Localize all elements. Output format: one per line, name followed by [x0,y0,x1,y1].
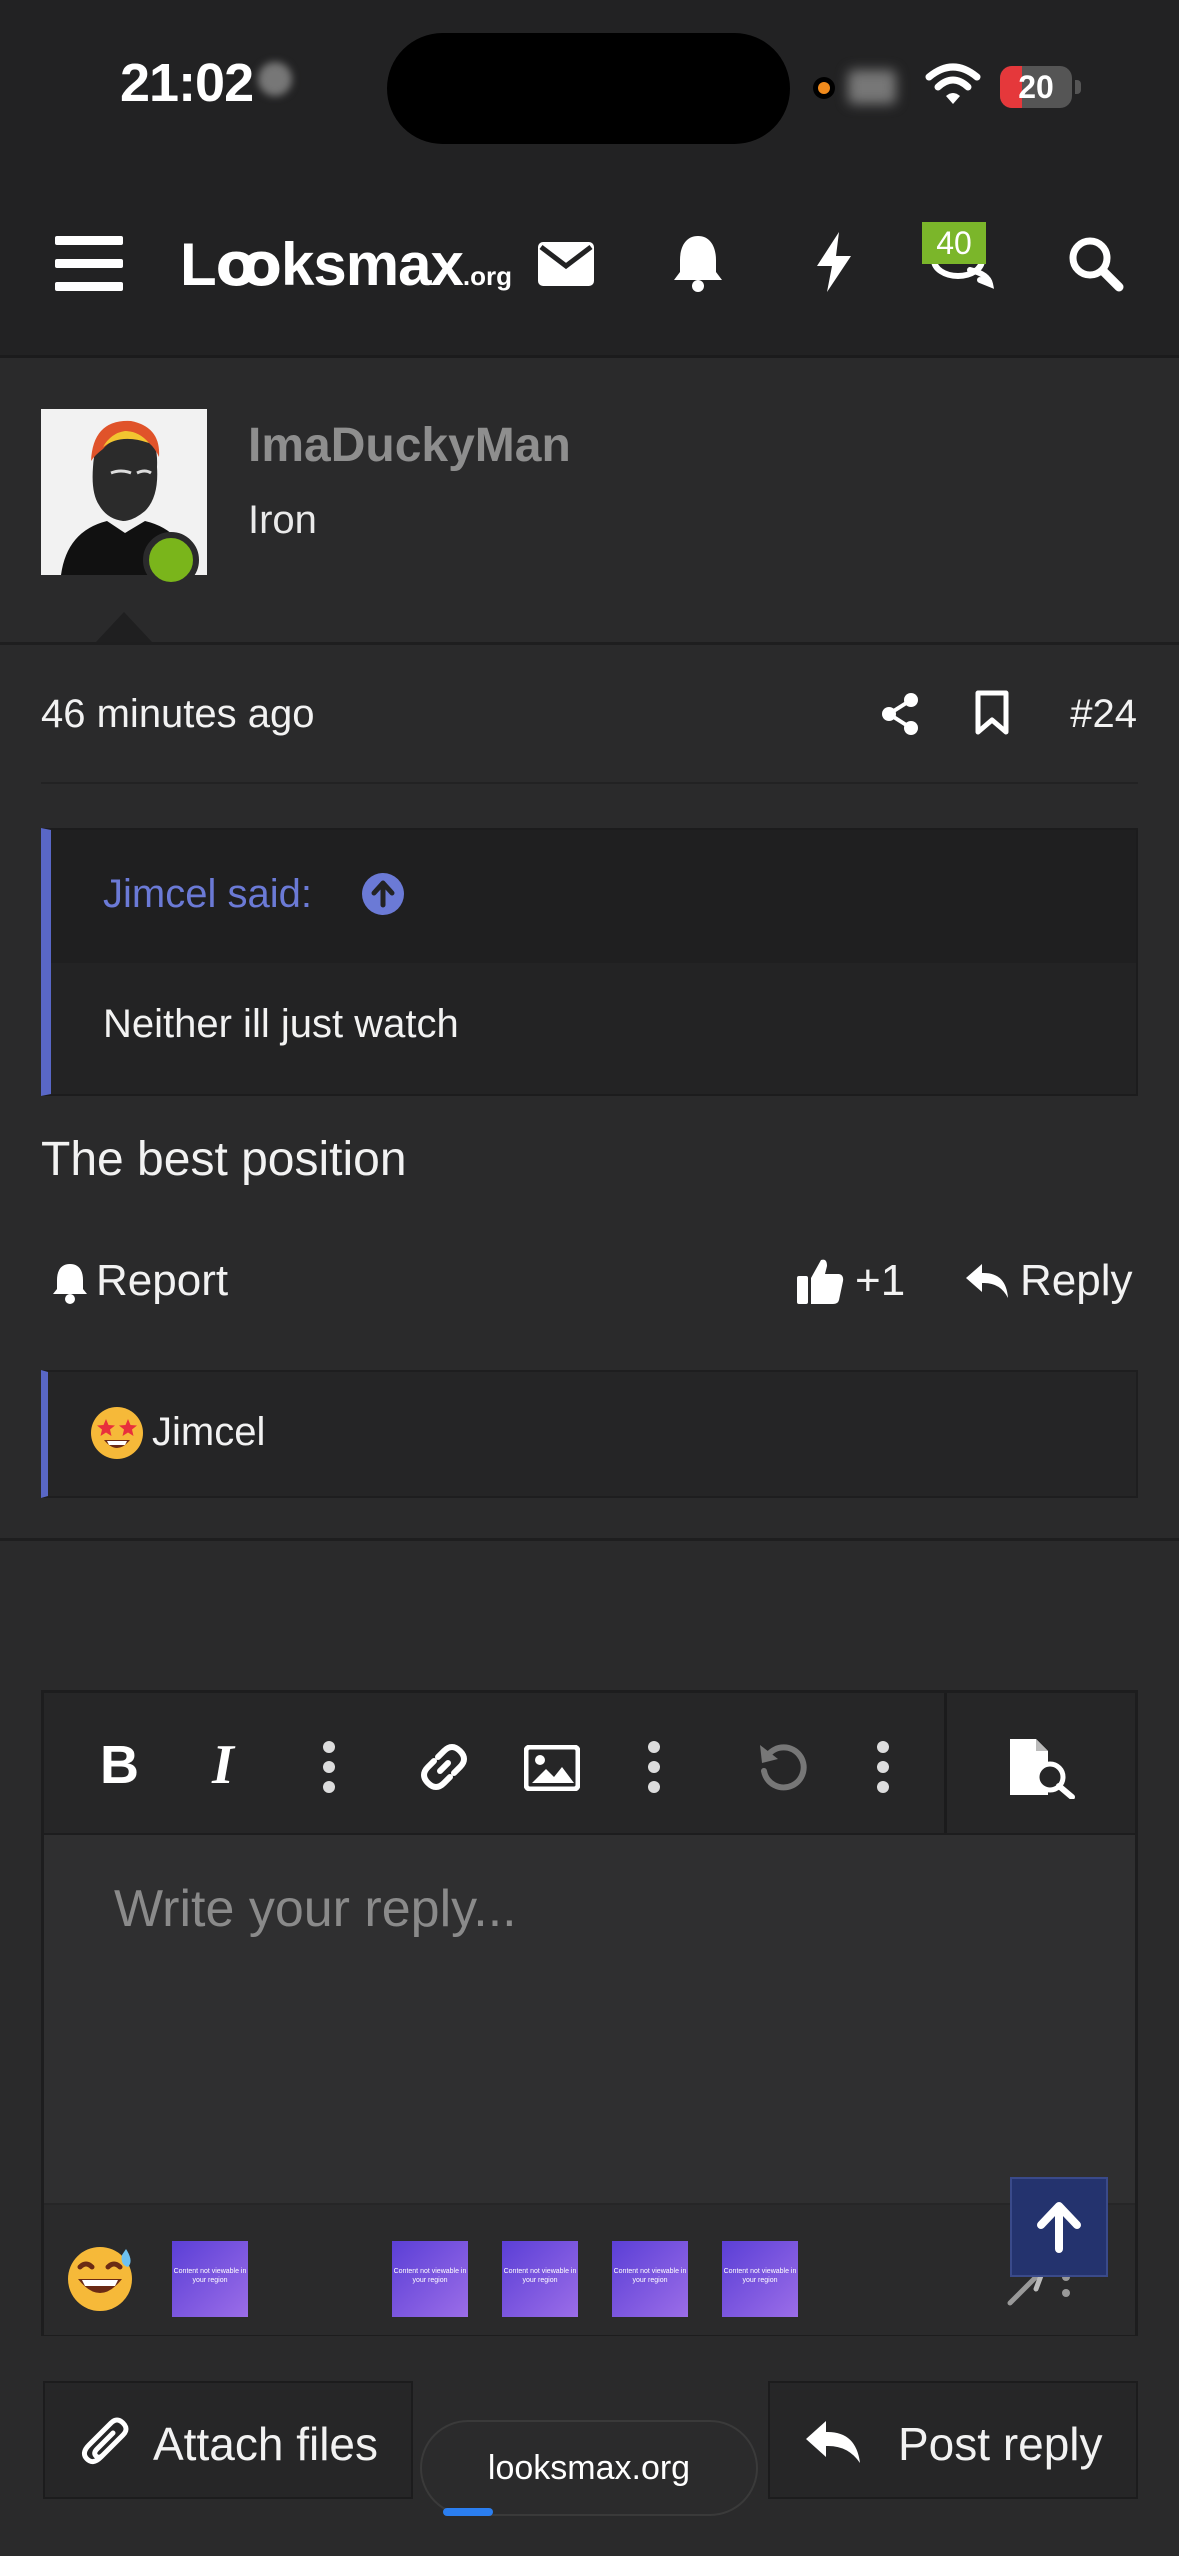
share-icon[interactable] [880,692,920,736]
dynamic-island [387,33,790,144]
post-message: The best position [41,1133,407,1186]
divider [41,782,1138,784]
reply-button[interactable]: Reply [1020,1256,1133,1306]
menu-icon[interactable] [55,234,123,294]
scroll-to-top-button[interactable] [1010,2177,1108,2277]
site-logo[interactable]: Lꝏksmax.org [180,230,512,300]
bolt-icon[interactable] [815,232,853,292]
wifi-icon [925,63,981,107]
battery-tip [1075,80,1081,94]
post-reply-button[interactable]: Post reply [768,2381,1138,2499]
status-time: 21:02 [120,53,254,113]
toolbar-divider [944,1693,947,1833]
link-icon[interactable] [416,1739,472,1795]
divider [0,642,1179,645]
svg-text:B: B [100,1739,139,1789]
quote-attribution[interactable]: Jimcel said: [103,872,312,917]
browser-url-pill[interactable]: looksmax.org [420,2420,758,2516]
more-icon[interactable] [647,1741,661,1793]
reply-editor[interactable]: B I Write your reply... Content not view… [41,1690,1138,2336]
attach-files-button[interactable]: Attach files [43,2381,413,2499]
like-icon[interactable] [795,1256,845,1306]
smilie-thumbnail[interactable]: Content not viewable in your region [502,2241,578,2317]
undo-icon[interactable] [756,1741,810,1795]
editor-toolbar: B I [44,1693,1135,1835]
reactions-bar[interactable]: Jimcel [41,1370,1138,1498]
laughing-sweat-emoji-icon[interactable] [64,2241,136,2313]
search-icon[interactable] [1068,236,1124,292]
more-icon[interactable] [322,1741,336,1793]
post-number[interactable]: #24 [1070,692,1137,737]
svg-text:I: I [211,1739,236,1789]
chat-count-badge: 40 [922,222,986,264]
divider [0,1538,1179,1541]
more-icon[interactable] [876,1741,890,1793]
smilie-bar: Content not viewable in your region Cont… [44,2203,1135,2335]
like-count[interactable]: +1 [855,1256,905,1306]
report-button[interactable]: Report [96,1256,228,1306]
image-icon[interactable] [524,1745,580,1791]
quote-block: Jimcel said: Neither ill just watch [41,828,1138,1096]
envelope-icon[interactable] [538,242,594,286]
quote-text: Neither ill just watch [103,1002,459,1046]
bookmark-icon[interactable] [974,690,1010,736]
bold-icon[interactable]: B [98,1739,140,1789]
smilie-thumbnail[interactable]: Content not viewable in your region [392,2241,468,2317]
page-load-progress [443,2508,493,2516]
reply-input-placeholder[interactable]: Write your reply... [114,1879,517,1939]
bell-icon[interactable] [672,234,724,292]
preview-icon[interactable] [1006,1737,1078,1799]
post-username[interactable]: ImaDuckyMan [248,418,571,473]
smilie-thumbnail[interactable]: Content not viewable in your region [172,2241,248,2317]
smilie-thumbnail[interactable]: Content not viewable in your region [612,2241,688,2317]
online-status-dot [143,532,199,588]
reply-arrow-icon [804,2419,862,2465]
privacy-indicator [813,77,835,99]
reply-icon[interactable] [964,1262,1010,1300]
smilie-thumbnail[interactable]: Content not viewable in your region [722,2241,798,2317]
paperclip-icon [81,2415,131,2469]
cellular-signal-icon [848,70,896,104]
jump-to-quote-icon[interactable] [361,872,405,916]
focus-moon-icon [258,62,292,96]
star-struck-emoji-icon [90,1406,144,1460]
reaction-user[interactable]: Jimcel [152,1410,265,1455]
post-caret [96,612,152,642]
battery-indicator: 20 [1000,66,1072,108]
report-icon[interactable] [52,1262,88,1304]
post-timestamp[interactable]: 46 minutes ago [41,692,315,737]
italic-icon[interactable]: I [210,1739,246,1789]
user-rank: Iron [248,498,317,542]
